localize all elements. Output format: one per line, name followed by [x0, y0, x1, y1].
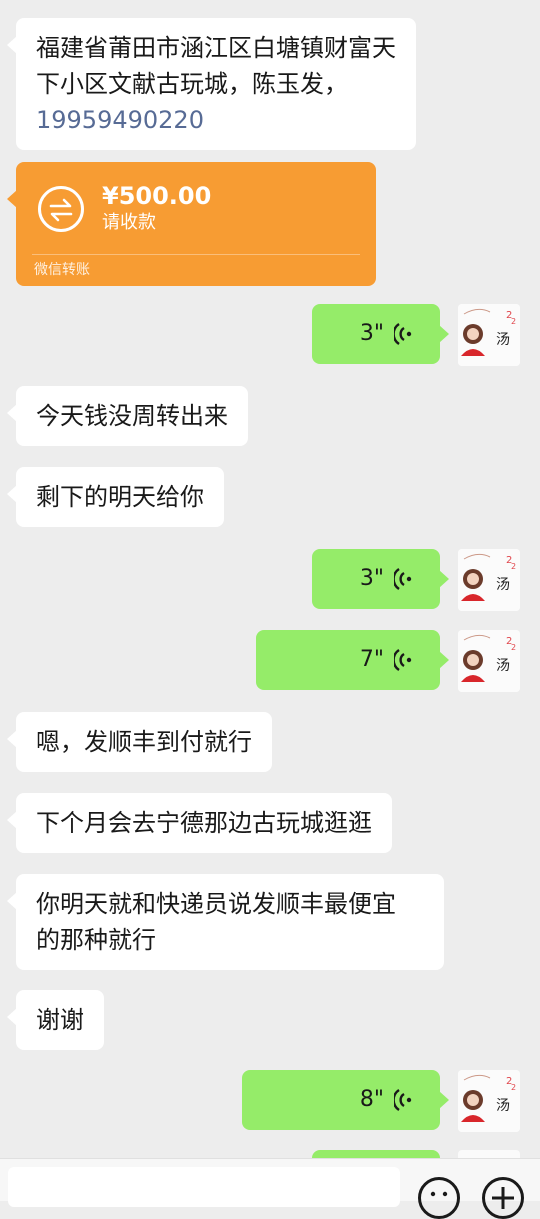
transfer-status: 请收款	[102, 212, 156, 233]
svg-text:2: 2	[511, 317, 516, 326]
voice-message-partial[interactable]	[312, 1150, 440, 1158]
message-text-content: 剩下的明天给你	[36, 483, 204, 511]
message-address[interactable]: 福建省莆田市涵江区白塘镇财富天 下小区文献古玩城，陈玉发， 1995949022…	[7, 18, 416, 150]
message-text[interactable]: 今天钱没周转出来	[7, 386, 248, 446]
voice-message[interactable]: 3"	[312, 304, 449, 364]
message-text-line-2: 的那种就行	[36, 926, 156, 954]
avatar-image: 2 2 汤	[458, 549, 520, 611]
plus-icon[interactable]	[482, 1177, 524, 1219]
message-text[interactable]: 嗯，发顺丰到付就行	[7, 712, 272, 772]
voice-wave-icon	[394, 568, 412, 590]
avatar[interactable]: 2 2 汤	[458, 304, 520, 366]
message-text-line-1: 你明天就和快递员说发顺丰最便宜	[36, 890, 396, 918]
avatar-image: 2 2 汤	[458, 630, 520, 692]
svg-text:汤: 汤	[496, 1098, 510, 1114]
phone-number-link[interactable]: 19959490220	[36, 102, 396, 138]
avatar[interactable]: 2 2 汤	[458, 1070, 520, 1132]
transfer-arrows-icon	[38, 186, 84, 232]
message-text[interactable]: 下个月会去宁德那边古玩城逛逛	[7, 793, 392, 853]
avatar[interactable]: 2 2 汤	[458, 630, 520, 692]
avatar-image: 2 2 汤	[458, 304, 520, 366]
svg-text:汤: 汤	[496, 658, 510, 674]
svg-text:汤: 汤	[496, 332, 510, 348]
voice-message[interactable]: 8"	[242, 1070, 449, 1130]
avatar-image: 2 2 汤	[458, 1070, 520, 1132]
voice-message[interactable]: 7"	[256, 630, 449, 690]
input-bar	[0, 1158, 540, 1219]
svg-text:2: 2	[511, 1083, 516, 1092]
message-input[interactable]	[8, 1167, 400, 1207]
voice-wave-icon	[394, 1089, 412, 1111]
voice-duration: 7"	[359, 647, 384, 672]
avatar[interactable]: 2 2 汤	[458, 549, 520, 611]
message-text[interactable]: 谢谢	[7, 990, 104, 1050]
voice-duration: 3"	[359, 566, 384, 591]
voice-duration: 8"	[359, 1087, 384, 1112]
svg-text:汤: 汤	[496, 577, 510, 593]
wechat-transfer-card[interactable]: ¥500.00 请收款 微信转账	[7, 162, 376, 286]
message-text-content: 谢谢	[36, 1006, 84, 1034]
svg-text:2: 2	[511, 643, 516, 652]
chat-area: 福建省莆田市涵江区白塘镇财富天 下小区文献古玩城，陈玉发， 1995949022…	[0, 0, 540, 1158]
voice-wave-icon	[394, 649, 412, 671]
address-line-1: 福建省莆田市涵江区白塘镇财富天	[36, 34, 396, 62]
transfer-amount: ¥500.00	[102, 182, 212, 210]
message-text-content: 下个月会去宁德那边古玩城逛逛	[36, 809, 372, 837]
address-line-2: 下小区文献古玩城，陈玉发，	[36, 70, 348, 98]
emoji-icon[interactable]	[418, 1177, 460, 1219]
transfer-footer: 微信转账	[34, 262, 90, 278]
message-text[interactable]: 剩下的明天给你	[7, 467, 224, 527]
message-text[interactable]: 你明天就和快递员说发顺丰最便宜 的那种就行	[7, 874, 444, 970]
message-text-content: 今天钱没周转出来	[36, 402, 228, 430]
transfer-divider	[32, 254, 360, 255]
svg-text:2: 2	[511, 562, 516, 571]
voice-duration: 3"	[359, 321, 384, 346]
avatar[interactable]	[458, 1150, 520, 1158]
message-text-content: 嗯，发顺丰到付就行	[36, 728, 252, 756]
voice-wave-icon	[394, 323, 412, 345]
voice-message[interactable]: 3"	[312, 549, 449, 609]
